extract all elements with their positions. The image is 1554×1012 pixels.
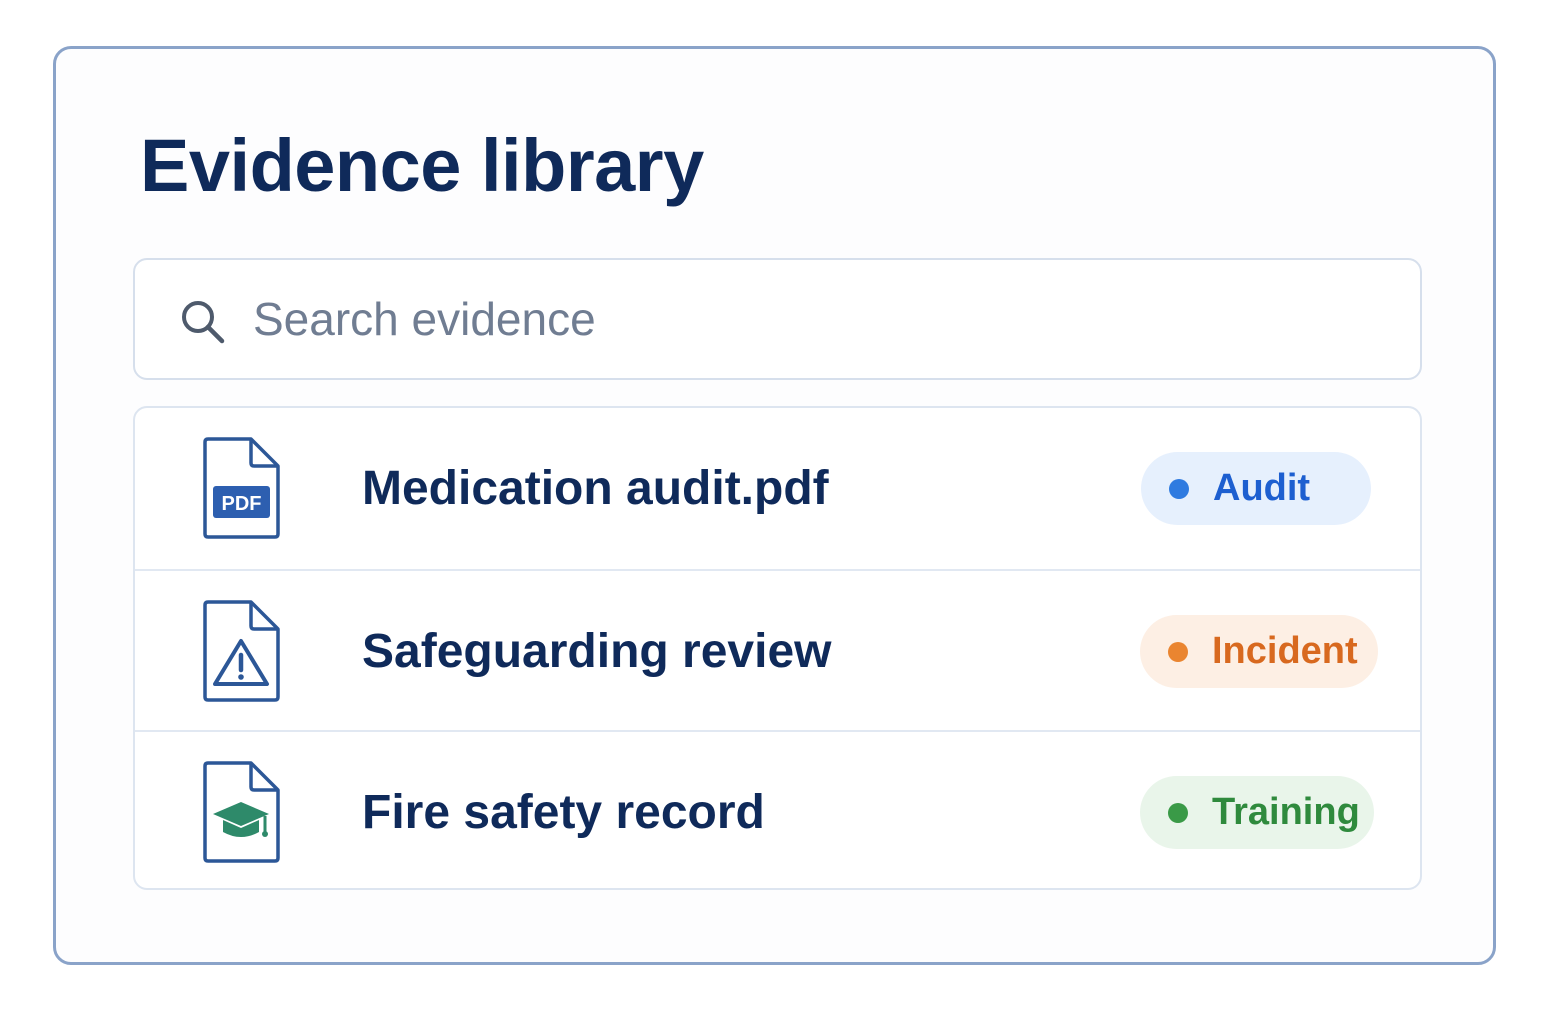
search-input[interactable] <box>253 260 1393 378</box>
page-title: Evidence library <box>140 124 704 207</box>
search-box[interactable] <box>133 258 1422 380</box>
list-item[interactable]: Fire safety record Training <box>135 730 1420 888</box>
list-item[interactable]: Safeguarding review Incident <box>135 569 1420 730</box>
search-icon <box>182 301 225 344</box>
tag-badge-audit: Audit <box>1141 452 1371 525</box>
list-item[interactable]: PDF Medication audit.pdf Audit <box>135 408 1420 569</box>
evidence-name: Fire safety record <box>362 786 765 839</box>
tag-badge-training: Training <box>1140 776 1374 849</box>
evidence-library-panel: Evidence library PDF Medication audit.pd… <box>53 46 1496 965</box>
evidence-list: PDF Medication audit.pdf Audit Safeguard… <box>133 406 1422 890</box>
tag-dot <box>1169 478 1189 499</box>
evidence-name: Medication audit.pdf <box>362 462 829 515</box>
tag-label: Incident <box>1212 630 1358 672</box>
tag-label: Audit <box>1213 467 1311 509</box>
graduation-cap-file-icon <box>203 761 280 863</box>
pdf-icon-label: PDF <box>222 493 262 515</box>
tag-dot <box>1168 802 1188 823</box>
evidence-name: Safeguarding review <box>362 625 832 678</box>
warning-file-icon <box>203 600 280 702</box>
tag-dot <box>1168 641 1188 662</box>
tag-label: Training <box>1212 791 1360 833</box>
pdf-file-icon: PDF <box>203 437 280 539</box>
tag-badge-incident: Incident <box>1140 615 1378 688</box>
